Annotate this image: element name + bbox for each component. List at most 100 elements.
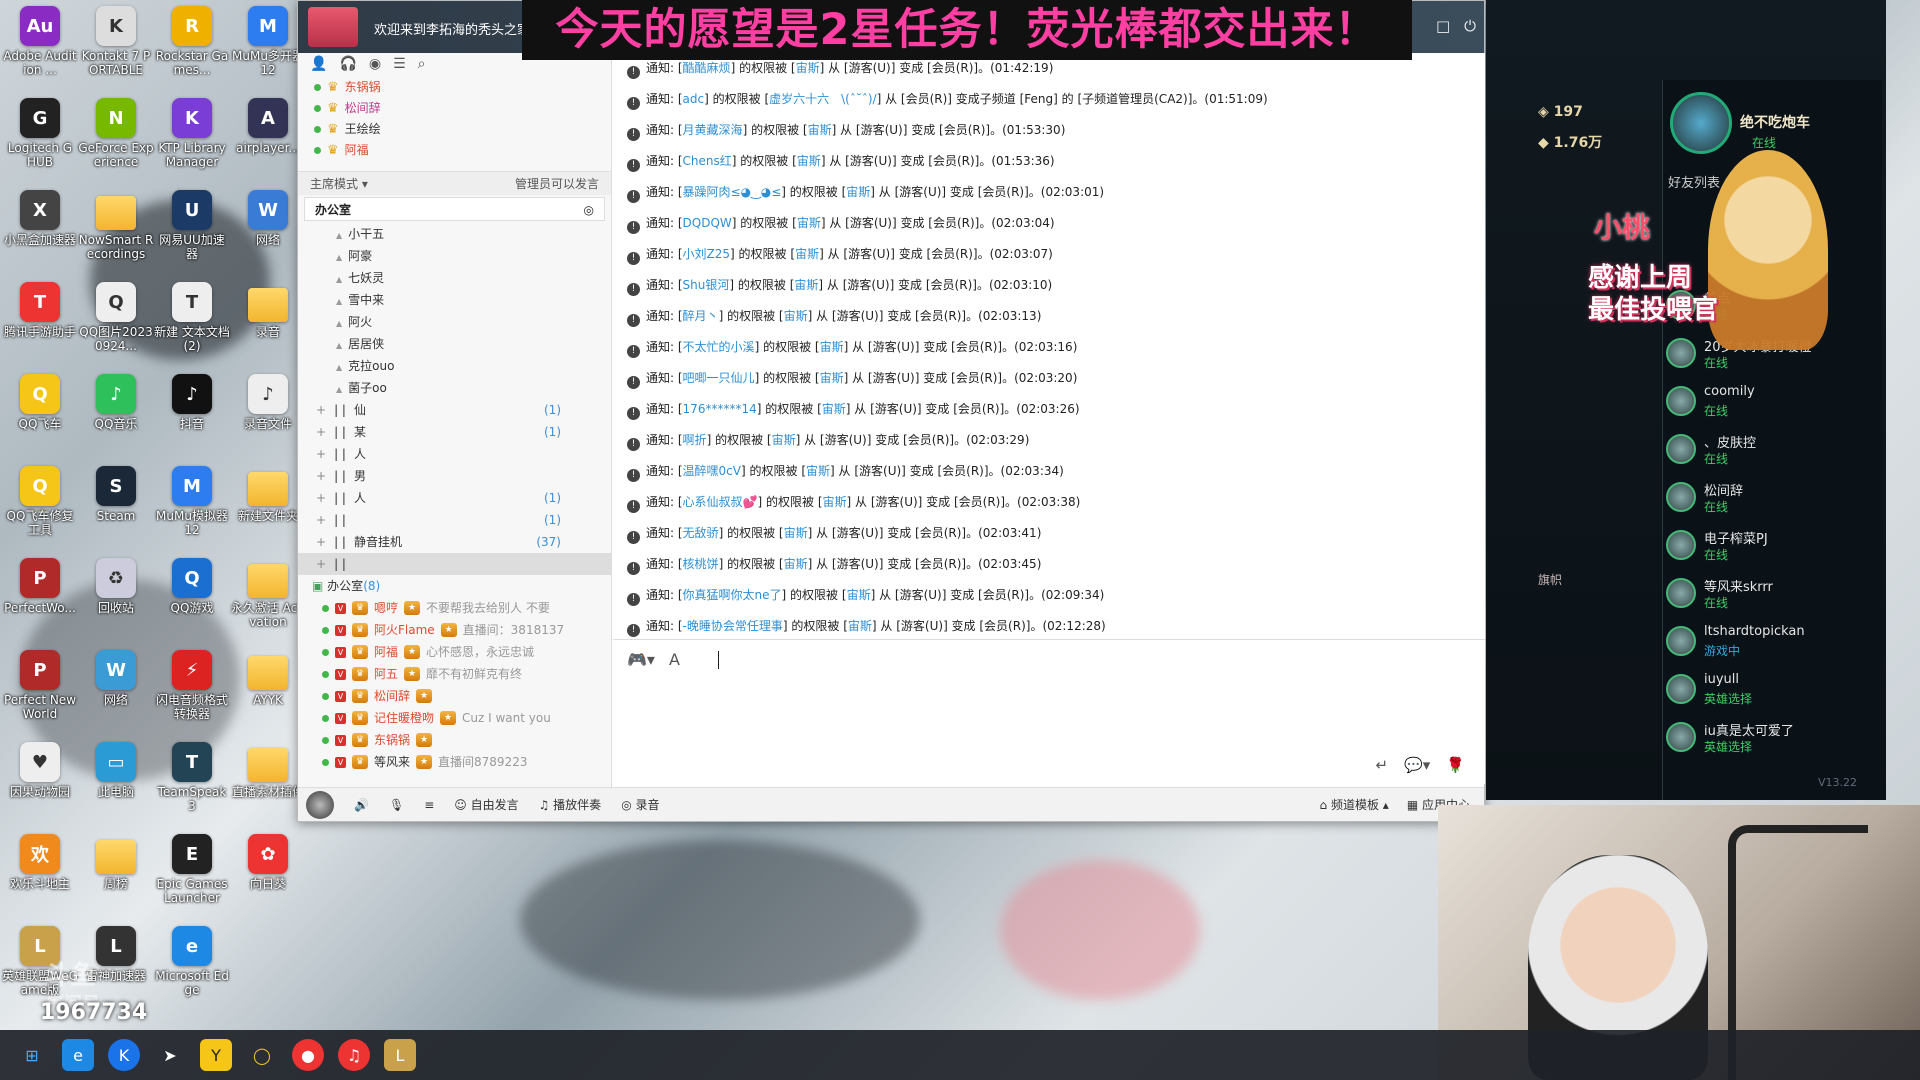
office-section[interactable]: ▣ 办公室(8) <box>298 575 611 597</box>
start-icon[interactable]: ⊞ <box>16 1039 48 1071</box>
template-button[interactable]: ⌂ 频道模板 ▴ <box>1320 796 1389 813</box>
desktop-icon[interactable]: U 网易UU加速器 <box>154 190 230 261</box>
mic-icon[interactable]: 🎙 <box>389 798 404 812</box>
edge-icon[interactable]: e <box>62 1039 94 1071</box>
lol-friend[interactable]: 等风来skrrr 在线 <box>1666 572 1876 619</box>
expand-icon[interactable]: + <box>316 553 326 575</box>
desktop-icon[interactable]: T 腾讯手游助手 <box>2 282 78 339</box>
lol-icon[interactable]: L <box>384 1039 416 1071</box>
user-row[interactable]: V ♛ 阿福 ★ 心怀感恩，永远忠诚 <box>298 641 611 663</box>
user-row[interactable]: V ♛ 东锅锅 ★ <box>298 729 611 751</box>
desktop-icon[interactable]: N GeForce Experience <box>78 98 154 169</box>
desktop-icon[interactable]: ♪ 抖音 <box>154 374 230 431</box>
message-admin[interactable]: 宙斯 <box>795 247 819 261</box>
desktop-icon[interactable]: Aairplayer... <box>230 98 306 155</box>
desktop-icon[interactable]: 录音 <box>230 282 306 339</box>
message-user[interactable]: 无敌骄 <box>683 526 719 540</box>
desktop-icon[interactable]: 新建文件夹 <box>230 466 306 523</box>
expand-icon[interactable]: + <box>316 465 326 487</box>
play-music-button[interactable]: ♫ 播放伴奏 <box>539 796 602 813</box>
desktop-icon[interactable]: 永久激活 Activation <box>230 558 306 629</box>
maximize-icon[interactable]: □ <box>1436 17 1450 35</box>
member-item[interactable]: 小干五 <box>298 223 611 245</box>
desktop-icon[interactable]: E Epic Games Launcher <box>154 834 230 905</box>
kugou-icon[interactable]: K <box>108 1039 140 1071</box>
desktop-icon[interactable]: R Rockstar Games... <box>154 6 230 77</box>
message-user[interactable]: -晚睡协会常任理事 <box>683 619 783 633</box>
message-admin[interactable]: 宙斯 <box>797 216 821 230</box>
netease-music-icon[interactable]: ♫ <box>338 1039 370 1071</box>
desktop-icon[interactable]: T TeamSpeak 3 <box>154 742 230 813</box>
lol-friend[interactable]: ltshardtopickan 游戏中 <box>1666 620 1876 667</box>
desktop-icon[interactable]: P Perfect New World <box>2 650 78 721</box>
desktop-icon[interactable]: K KTP Library Manager <box>154 98 230 169</box>
desktop-icon[interactable]: T 新建 文本文档 (2) <box>154 282 230 353</box>
user-row[interactable]: V ♛ 等风来 ★ 直播间8789223 <box>298 751 611 773</box>
search-icon[interactable]: ⌕ <box>418 56 426 74</box>
message-admin[interactable]: 宙斯 <box>806 464 830 478</box>
member-item[interactable]: 七妖灵 <box>298 267 611 289</box>
rose-icon[interactable]: 🌹 <box>1446 756 1465 774</box>
member-item[interactable]: 克拉ouo <box>298 355 611 377</box>
expand-icon[interactable]: + <box>316 531 326 553</box>
lol-friend[interactable]: 松间辞 在线 <box>1666 476 1876 523</box>
desktop-icon[interactable]: W 网络 <box>230 190 306 247</box>
message-user[interactable]: 温醉嘿0cV <box>683 464 741 478</box>
member-item[interactable]: 雪中来 <box>298 289 611 311</box>
message-admin[interactable]: 宙斯 <box>820 340 844 354</box>
emoji-icon[interactable]: 💬▾ <box>1404 756 1430 774</box>
enter-icon[interactable]: ↵ <box>1376 756 1389 774</box>
message-user[interactable]: 176******14 <box>683 402 757 416</box>
gamepad-icon[interactable]: 🎮▾ <box>627 650 655 669</box>
circle-icon[interactable]: ◯ <box>246 1039 278 1071</box>
message-admin[interactable]: 宙斯 <box>784 309 808 323</box>
font-icon[interactable]: A <box>669 650 680 669</box>
desktop-icon[interactable]: Q QQ游戏 <box>154 558 230 615</box>
message-user[interactable]: 啊折 <box>683 433 707 447</box>
message-user[interactable]: 醉月丶 <box>683 309 719 323</box>
message-user[interactable]: 暴躁阿肉≤◕‿◕≤ <box>683 185 782 199</box>
mini-user[interactable]: ♛ 王绘绘 <box>298 119 611 140</box>
message-user[interactable]: 酷酷麻烦 <box>683 61 731 75</box>
list-icon[interactable]: ☰ <box>393 56 406 74</box>
member-item[interactable]: 居居侠 <box>298 333 611 355</box>
desktop-icon[interactable]: 直播素材插件 <box>230 742 306 799</box>
subchannel-item[interactable]: + | | 静音挂机 (37) <box>298 531 611 553</box>
message-user[interactable]: 核桃饼 <box>683 557 719 571</box>
subchannel-item[interactable]: + | | 人 <box>298 443 611 465</box>
user-row[interactable]: V ♛ 阿五 ★ 靡不有初鲜克有终 <box>298 663 611 685</box>
lol-friend[interactable]: 电子榨菜PJ 在线 <box>1666 524 1876 571</box>
desktop-icon[interactable]: ▭ 此电脑 <box>78 742 154 799</box>
message-user[interactable]: 你真猛啊你太ne了 <box>683 588 782 602</box>
desktop-icon[interactable]: 欢欢乐斗地主 <box>2 834 78 891</box>
user-icon[interactable]: 👤 <box>310 56 327 74</box>
message-admin[interactable]: 宙斯 <box>848 619 872 633</box>
desktop-icon[interactable]: M MuMu模拟器12 <box>154 466 230 537</box>
message-admin[interactable]: 宙斯 <box>772 433 796 447</box>
message-admin[interactable]: 宙斯 <box>794 278 818 292</box>
subchannel-item[interactable]: + | | 人 (1) <box>298 487 611 509</box>
subchannel-item[interactable]: + | | 仙 (1) <box>298 399 611 421</box>
desktop-icon[interactable]: W 网络 <box>78 650 154 707</box>
desktop-icon[interactable]: AYYK <box>230 650 306 707</box>
desktop-icon[interactable]: S Steam <box>78 466 154 523</box>
desktop-icon[interactable]: K Kontakt 7 PORTABLE <box>78 6 154 77</box>
expand-icon[interactable]: + <box>316 509 326 531</box>
member-item[interactable]: 阿火 <box>298 311 611 333</box>
desktop-icon[interactable]: M MuMu多开器12 <box>230 6 306 77</box>
arrow-icon[interactable]: ➤ <box>154 1039 186 1071</box>
desktop-icon[interactable]: e Microsoft Edge <box>154 926 230 997</box>
record-button[interactable]: ◎ 录音 <box>621 796 659 813</box>
desktop-icon[interactable]: P PerfectWo... <box>2 558 78 615</box>
message-admin[interactable]: 宙斯 <box>846 185 870 199</box>
avatar[interactable] <box>306 790 334 819</box>
message-admin[interactable]: 宙斯 <box>784 557 808 571</box>
message-admin[interactable]: 宙斯 <box>823 495 847 509</box>
lol-friend[interactable]: iuyull 英雄选择 <box>1666 668 1876 715</box>
lol-avatar[interactable] <box>1670 92 1732 154</box>
message-admin[interactable]: 宙斯 <box>822 402 846 416</box>
lol-friend[interactable]: 、皮肤控 在线 <box>1666 428 1876 475</box>
member-item[interactable]: 菌子oo <box>298 377 611 399</box>
subchannel-item[interactable]: + | | (1) <box>298 509 611 531</box>
message-admin[interactable]: 宙斯 <box>797 154 821 168</box>
